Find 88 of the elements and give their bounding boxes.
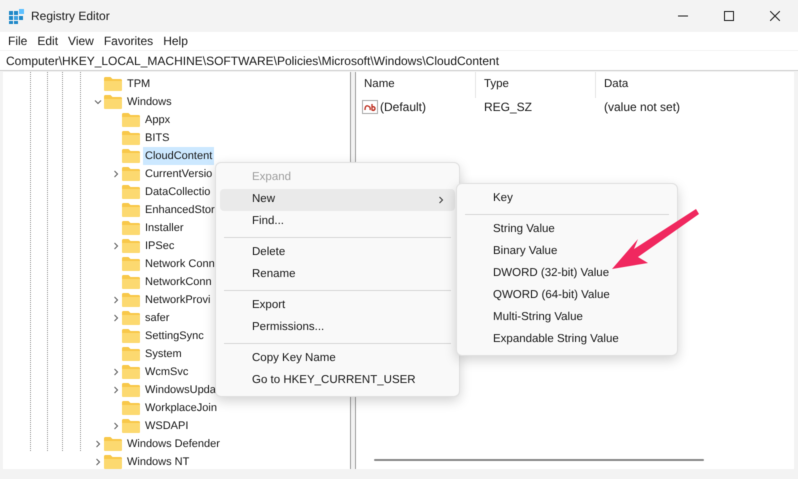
folder-icon bbox=[122, 239, 140, 253]
tree-item[interactable]: TPM bbox=[125, 75, 152, 93]
chevron-right-icon[interactable] bbox=[112, 314, 120, 322]
menu-item[interactable]: Export bbox=[220, 295, 455, 317]
chevron-right-icon[interactable] bbox=[112, 386, 120, 394]
chevron-right-icon[interactable] bbox=[112, 368, 120, 376]
tree-item[interactable]: WSDAPI bbox=[143, 417, 190, 435]
tree-item[interactable]: WorkplaceJoin bbox=[143, 399, 219, 417]
folder-icon bbox=[104, 77, 122, 91]
menu-bar-item[interactable]: View bbox=[63, 32, 99, 50]
address-bar[interactable]: Computer\HKEY_LOCAL_MACHINE\SOFTWARE\Policies\Microsoft\Windows\CloudContent bbox=[0, 51, 798, 71]
folder-icon bbox=[122, 419, 140, 433]
table-cell-text: REG_SZ bbox=[483, 99, 534, 116]
tree-item[interactable]: safer bbox=[143, 309, 172, 327]
chevron-right-icon[interactable] bbox=[112, 242, 120, 250]
folder-icon bbox=[104, 437, 122, 451]
folder-icon bbox=[122, 221, 140, 235]
folder-icon bbox=[122, 113, 140, 127]
folder-icon bbox=[122, 257, 140, 271]
tree-item[interactable]: Windows bbox=[125, 93, 174, 111]
folder-icon bbox=[122, 347, 140, 361]
column-header[interactable]: Data bbox=[596, 72, 794, 98]
menu-bar-item[interactable]: Edit bbox=[32, 32, 64, 50]
menu-item[interactable]: Rename bbox=[220, 264, 455, 286]
tree-item[interactable]: EnhancedStor bbox=[143, 201, 217, 219]
menu-bar-item[interactable]: File bbox=[3, 32, 32, 50]
tree-item[interactable]: SettingSync bbox=[143, 327, 206, 345]
folder-icon bbox=[122, 167, 140, 181]
tree-item[interactable]: Network Conn bbox=[143, 255, 217, 273]
menu-item[interactable]: Expandable String Value bbox=[461, 329, 673, 351]
folder-icon bbox=[122, 329, 140, 343]
chevron-right-icon[interactable] bbox=[112, 170, 120, 178]
folder-icon bbox=[104, 455, 122, 469]
folder-icon bbox=[122, 203, 140, 217]
menu-item[interactable]: Copy Key Name bbox=[220, 348, 455, 370]
window-title: Registry Editor bbox=[31, 8, 110, 25]
chevron-down-icon[interactable] bbox=[94, 98, 102, 106]
tree-item[interactable]: BITS bbox=[143, 129, 172, 147]
string-value-icon bbox=[362, 100, 378, 114]
folder-icon bbox=[122, 149, 140, 163]
tree-item[interactable]: CurrentVersio bbox=[143, 165, 214, 183]
menu-item[interactable]: Key bbox=[461, 188, 673, 210]
folder-icon bbox=[122, 185, 140, 199]
chevron-right-icon[interactable] bbox=[112, 296, 120, 304]
menu-item[interactable]: Delete bbox=[220, 242, 455, 264]
menu-item[interactable]: Multi-String Value bbox=[461, 307, 673, 329]
menu-item[interactable]: Go to HKEY_CURRENT_USER bbox=[220, 370, 455, 392]
folder-icon bbox=[104, 95, 122, 109]
folder-icon bbox=[122, 131, 140, 145]
menu-item[interactable]: QWORD (64-bit) Value bbox=[461, 285, 673, 307]
close-icon bbox=[770, 11, 780, 21]
chevron-right-icon[interactable] bbox=[112, 422, 120, 430]
tree-item[interactable]: NetworkProvi bbox=[143, 291, 212, 309]
menu-bar-item[interactable]: Favorites bbox=[98, 32, 158, 50]
tree-item[interactable]: WindowsUpda bbox=[143, 381, 218, 399]
tree-item[interactable]: IPSec bbox=[143, 237, 176, 255]
folder-icon bbox=[122, 365, 140, 379]
tree-item[interactable]: Windows Defender bbox=[125, 435, 222, 453]
menu-bar-item[interactable]: Help bbox=[158, 32, 193, 50]
table-cell-text: (value not set) bbox=[603, 99, 682, 116]
tree-item[interactable]: CloudContent bbox=[143, 147, 214, 165]
column-header[interactable]: Name bbox=[356, 72, 476, 98]
tree-item[interactable]: System bbox=[143, 345, 184, 363]
tree-item[interactable]: WcmSvc bbox=[143, 363, 190, 381]
chevron-right-icon bbox=[437, 196, 445, 204]
column-header[interactable]: Type bbox=[476, 72, 596, 98]
scrollbar[interactable] bbox=[374, 459, 704, 461]
folder-icon bbox=[122, 401, 140, 415]
tree-item[interactable]: Installer bbox=[143, 219, 186, 237]
tree-item[interactable]: Appx bbox=[143, 111, 172, 129]
tree-item[interactable]: DataCollectio bbox=[143, 183, 212, 201]
folder-icon bbox=[122, 311, 140, 325]
folder-icon bbox=[122, 275, 140, 289]
menu-item[interactable]: DWORD (32-bit) Value bbox=[461, 263, 673, 285]
tree-item[interactable]: Windows NT bbox=[125, 453, 192, 469]
menu-item[interactable]: Binary Value bbox=[461, 241, 673, 263]
table-cell-text: (Default) bbox=[380, 99, 426, 116]
menu-item[interactable]: Permissions... bbox=[220, 317, 455, 339]
maximize-icon bbox=[724, 11, 734, 21]
app-icon bbox=[9, 8, 25, 24]
tree-item[interactable]: NetworkConn bbox=[143, 273, 214, 291]
chevron-right-icon[interactable] bbox=[94, 458, 102, 466]
menu-item[interactable]: Find... bbox=[220, 211, 455, 233]
folder-icon bbox=[122, 293, 140, 307]
chevron-right-icon[interactable] bbox=[94, 440, 102, 448]
menu-item[interactable]: New bbox=[220, 189, 455, 211]
menu-item[interactable]: String Value bbox=[461, 219, 673, 241]
folder-icon bbox=[122, 383, 140, 397]
